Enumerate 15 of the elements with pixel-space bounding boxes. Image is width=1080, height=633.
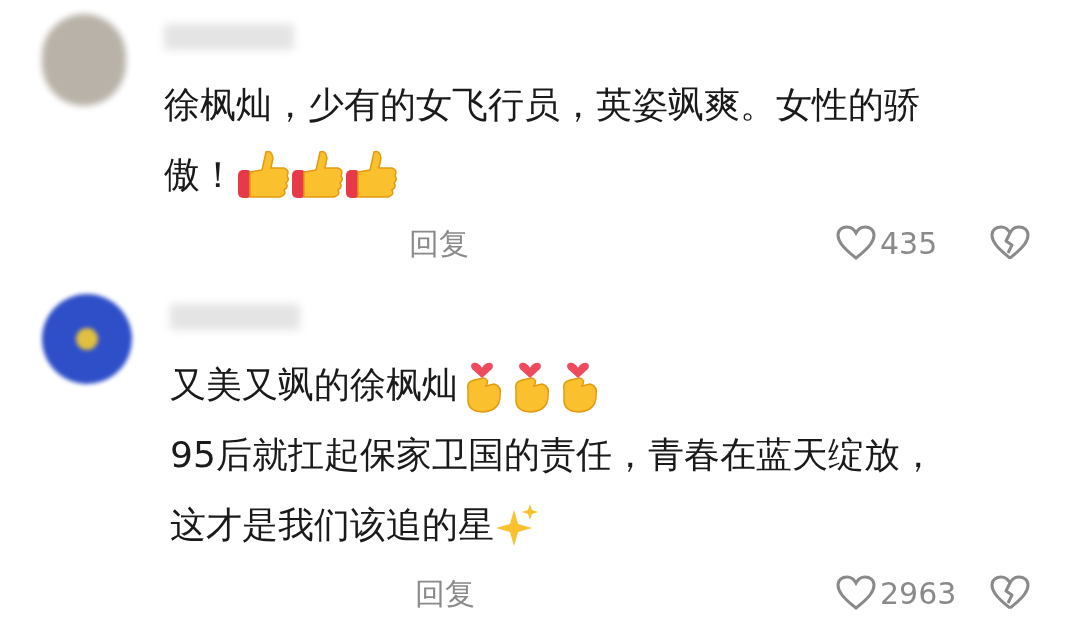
reply-button[interactable]: 回复 bbox=[409, 220, 469, 266]
comment-text: 95后就扛起保家卫国的责任，青春在蓝天绽放， bbox=[170, 433, 936, 477]
heart-icon[interactable] bbox=[836, 225, 876, 261]
heart-icon[interactable] bbox=[836, 575, 876, 611]
avatar[interactable] bbox=[42, 294, 132, 384]
comment-text: 傲！ bbox=[164, 153, 236, 197]
comment-text: 这才是我们该追的星 bbox=[170, 503, 494, 547]
reply-button[interactable]: 回复 bbox=[415, 570, 475, 616]
broken-heart-icon[interactable] bbox=[990, 225, 1030, 261]
emblem-icon bbox=[76, 328, 98, 350]
broken-heart-icon[interactable] bbox=[990, 575, 1030, 611]
comment-text: 徐枫灿，少有的女飞行员，英姿飒爽。女性的骄 bbox=[164, 83, 920, 127]
like-count: 435 bbox=[880, 224, 939, 263]
like-count: 2963 bbox=[880, 574, 958, 613]
comment-text: 又美又飒的徐枫灿 bbox=[170, 363, 458, 407]
